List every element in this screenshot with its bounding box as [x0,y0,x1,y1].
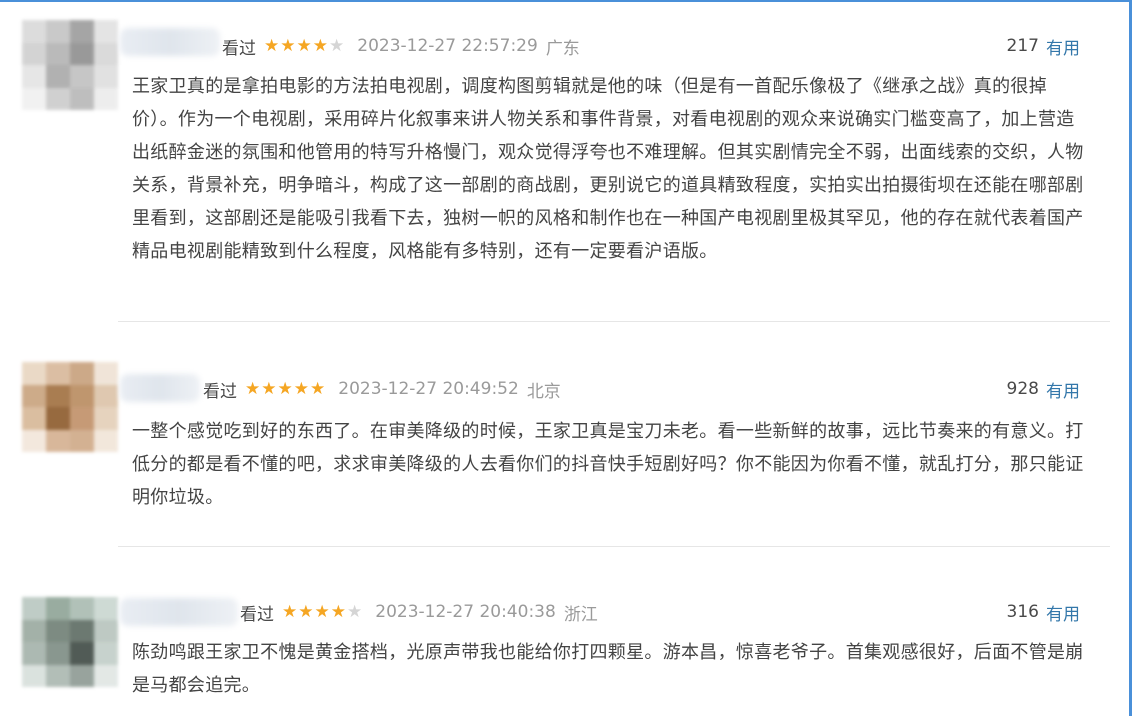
window-top-border [0,0,1132,2]
review-location: 北京 [526,381,561,402]
star-icon: ★ [312,35,328,56]
watched-status: 看过 [222,38,256,59]
review-meta: 看过 ★ ★ ★ ★ ★ 2023-12-27 20:49:52 北京 [203,375,561,403]
username[interactable] [120,598,238,626]
star-icon: ★ [314,601,330,622]
useful-button[interactable]: 有用 [1046,377,1080,402]
star-icon: ★ [282,601,298,622]
useful-count: 316 [1006,602,1039,622]
star-icon: ★ [293,378,309,399]
star-icon: ★ [310,378,326,399]
review-divider [118,321,1110,322]
review-content: 王家卫真的是拿拍电影的方法拍电视剧，调度构图剪辑就是他的味（但是有一首配乐像极了… [132,76,1084,262]
rating-stars: ★ ★ ★ ★ ★ [264,35,345,56]
star-icon: ★ [298,601,314,622]
star-icon: ★ [261,378,277,399]
review-meta: 看过 ★ ★ ★ ★ ★ 2023-12-27 22:57:29 广东 [222,32,580,60]
avatar[interactable] [22,20,118,110]
watched-status: 看过 [203,381,237,402]
useful-button[interactable]: 有用 [1046,600,1080,625]
rating-stars: ★ ★ ★ ★ ★ [245,378,326,399]
star-icon: ★ [329,35,345,56]
star-icon: ★ [277,378,293,399]
star-icon: ★ [330,601,346,622]
review-meta: 看过 ★ ★ ★ ★ ★ 2023-12-27 20:40:38 浙江 [240,598,598,626]
review-divider [118,546,1110,547]
useful-vote: 217 有用 [1007,32,1080,60]
username[interactable] [120,374,200,402]
review-location: 广东 [545,38,580,59]
review-time: 2023-12-27 20:49:52 [338,379,519,399]
rating-stars: ★ ★ ★ ★ ★ [282,601,363,622]
watched-status: 看过 [240,604,274,625]
review-location: 浙江 [563,604,598,625]
useful-count: 928 [1006,379,1039,399]
star-icon: ★ [245,378,261,399]
useful-count: 217 [1006,36,1039,56]
star-icon: ★ [296,35,312,56]
useful-vote: 928 有用 [1007,375,1080,403]
star-icon: ★ [347,601,363,622]
useful-vote: 316 有用 [1007,598,1080,626]
useful-button[interactable]: 有用 [1046,34,1080,59]
review-content: 陈劲鸣跟王家卫不愧是黄金搭档，光原声带我也能给你打四颗星。游本昌，惊喜老爷子。首… [132,642,1084,696]
avatar[interactable] [22,597,118,687]
avatar[interactable] [22,362,118,452]
review-content: 一整个感觉吃到好的东西了。在审美降级的时候，王家卫真是宝刀未老。看一些新鲜的故事… [132,421,1084,508]
review-time: 2023-12-27 20:40:38 [375,602,556,622]
star-icon: ★ [280,35,296,56]
star-icon: ★ [264,35,280,56]
review-time: 2023-12-27 22:57:29 [357,36,538,56]
username[interactable] [120,28,220,56]
